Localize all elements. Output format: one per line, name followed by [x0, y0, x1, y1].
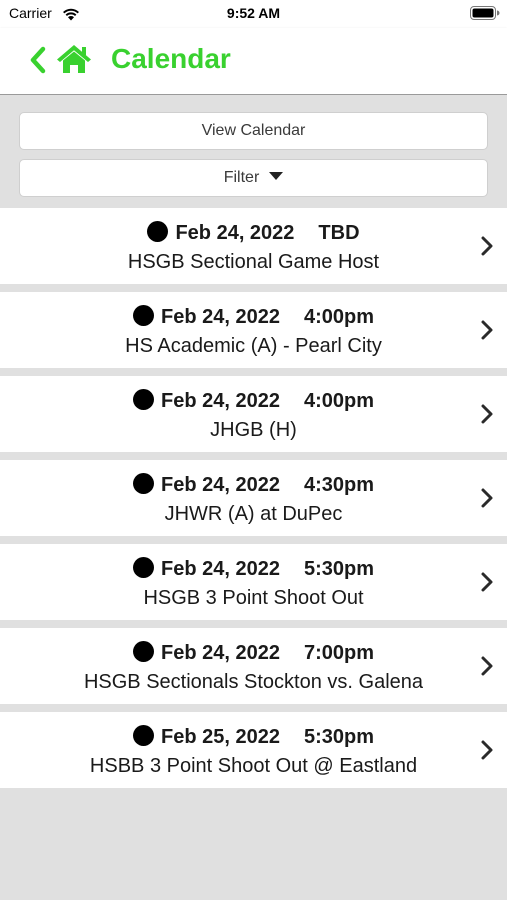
event-row[interactable]: Feb 24, 2022 TBD HSGB Sectional Game Host [0, 208, 507, 284]
event-title: HSBB 3 Point Shoot Out @ Eastland [89, 755, 418, 777]
event-title: HS Academic (A) - Pearl City [125, 335, 382, 357]
status-time: 9:52 AM [226, 5, 281, 21]
controls-panel: View Calendar Filter [0, 95, 507, 208]
view-calendar-button[interactable]: View Calendar [19, 112, 488, 150]
event-datetime: Feb 24, 2022 4:00pm [0, 305, 507, 329]
home-icon[interactable] [56, 44, 92, 74]
event-datetime: Feb 24, 2022 TBD [0, 221, 507, 245]
chevron-right-icon [481, 488, 493, 508]
event-time: 7:00pm [303, 642, 374, 664]
status-dot-icon [133, 641, 154, 662]
event-time: 4:00pm [303, 390, 374, 412]
event-date: Feb 24, 2022 [161, 390, 280, 412]
event-row[interactable]: Feb 24, 2022 4:30pm JHWR (A) at DuPec [0, 460, 507, 536]
event-title: HSGB Sectionals Stockton vs. Galena [83, 671, 424, 693]
view-calendar-label: View Calendar [201, 122, 306, 139]
event-date: Feb 24, 2022 [161, 558, 280, 580]
back-chevron-icon[interactable] [28, 46, 48, 74]
chevron-right-icon [481, 656, 493, 676]
event-datetime: Feb 24, 2022 5:30pm [0, 557, 507, 581]
chevron-right-icon [481, 572, 493, 592]
status-dot-icon [133, 305, 154, 326]
status-dot-icon [133, 557, 154, 578]
status-bar: Carrier 9:52 AM [0, 0, 507, 28]
filter-label: Filter [223, 169, 260, 186]
event-date: Feb 24, 2022 [161, 306, 280, 328]
status-dot-icon [133, 473, 154, 494]
event-date: Feb 25, 2022 [161, 726, 280, 748]
event-datetime: Feb 24, 2022 7:00pm [0, 641, 507, 665]
event-datetime: Feb 24, 2022 4:30pm [0, 473, 507, 497]
nav-bar: Calendar [0, 28, 507, 95]
page-title: Calendar [111, 43, 231, 74]
event-date: Feb 24, 2022 [161, 642, 280, 664]
event-row[interactable]: Feb 25, 2022 5:30pm HSBB 3 Point Shoot Ou… [0, 712, 507, 788]
event-row[interactable]: Feb 24, 2022 4:00pm JHGB (H) [0, 376, 507, 452]
event-time: 5:30pm [303, 726, 374, 748]
event-datetime: Feb 25, 2022 5:30pm [0, 725, 507, 749]
event-time: 4:00pm [303, 306, 374, 328]
chevron-right-icon [481, 740, 493, 760]
battery-icon [470, 6, 500, 20]
event-title: HSGB 3 Point Shoot Out [143, 587, 364, 609]
caret-down-icon [269, 171, 284, 180]
chevron-right-icon [481, 320, 493, 340]
status-dot-icon [147, 221, 169, 242]
event-datetime: Feb 24, 2022 4:00pm [0, 389, 507, 413]
event-title: JHWR (A) at DuPec [164, 503, 343, 525]
event-title: JHGB (H) [210, 419, 297, 441]
event-title: HSGB Sectional Game Host [127, 251, 380, 273]
event-time: 4:30pm [303, 474, 374, 496]
event-row[interactable]: Feb 24, 2022 4:00pm HS Academic (A) - Pea… [0, 292, 507, 368]
event-row[interactable]: Feb 24, 2022 5:30pm HSGB 3 Point Shoot Ou… [0, 544, 507, 620]
chevron-right-icon [481, 236, 493, 256]
event-row[interactable]: Feb 24, 2022 7:00pm HSGB Sectionals Stock… [0, 628, 507, 704]
event-date: Feb 24, 2022 [161, 474, 280, 496]
chevron-right-icon [481, 404, 493, 424]
event-date: Feb 24, 2022 [175, 222, 295, 244]
status-dot-icon [133, 725, 154, 746]
event-list: Feb 24, 2022 TBD HSGB Sectional Game Host… [0, 208, 507, 796]
filter-button[interactable]: Filter [19, 159, 488, 197]
status-dot-icon [133, 389, 154, 410]
event-time: 5:30pm [303, 558, 374, 580]
event-time: TBD [318, 222, 360, 244]
